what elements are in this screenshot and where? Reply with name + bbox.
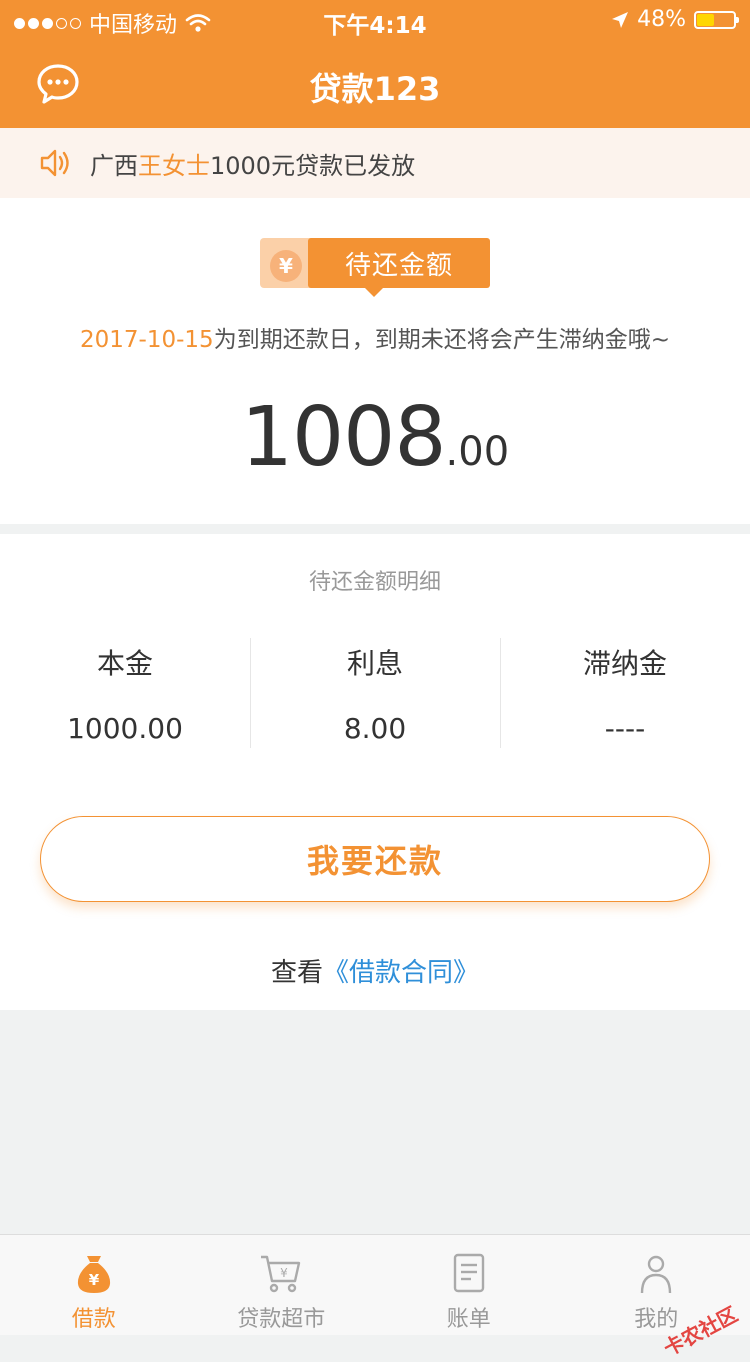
page-title: 贷款123 [0,64,750,110]
tab-label: 账单 [375,1301,563,1333]
svg-text:¥: ¥ [280,1266,288,1280]
due-note-text: 为到期还款日，到期未还将会产生滞纳金哦~ [214,327,670,353]
detail-value: ---- [500,712,750,745]
speaker-icon [38,146,72,180]
user-icon [633,1251,679,1297]
loan-contract-link[interactable]: 《借款合同》 [323,958,479,988]
due-amount-badge: ¥ 待还金额 [260,238,490,288]
contract-prefix: 查看 [271,958,323,988]
detail-columns: 本金 1000.00 利息 8.00 滞纳金 ---- [0,638,750,748]
detail-value: 8.00 [250,712,500,745]
nav-bar: 贷款123 [0,40,750,128]
money-bag-icon: ¥ [71,1251,117,1297]
announcement-prefix: 广西 [90,152,138,180]
location-arrow-icon [611,11,629,29]
badge-pointer [364,287,384,297]
announcement-text: 广西王女士1000元贷款已发放 [90,146,415,181]
contract-row: 查看《借款合同》 [0,952,750,989]
amount-detail-card: 待还金额明细 本金 1000.00 利息 8.00 滞纳金 ---- 我要还款 … [0,534,750,1010]
detail-title: 待还金额明细 [0,564,750,596]
tab-loan[interactable]: ¥ 借款 [0,1235,188,1335]
due-amount-integer: 1008 [241,390,446,485]
coin-symbol: ¥ [279,254,293,278]
detail-label: 滞纳金 [500,642,750,682]
detail-interest: 利息 8.00 [250,638,500,748]
due-amount-decimal: .00 [446,429,510,475]
due-date-note: 2017-10-15为到期还款日，到期未还将会产生滞纳金哦~ [0,320,750,354]
battery-percent: 48% [637,7,686,32]
detail-label: 本金 [0,642,250,682]
announcement-highlight: 王女士 [138,152,210,180]
announcement-suffix: 1000元贷款已发放 [210,152,415,180]
bottom-tab-bar: ¥ 借款 ¥ 贷款超市 账单 我的 [0,1234,750,1335]
detail-value: 1000.00 [0,712,250,745]
repay-button[interactable]: 我要还款 [40,816,710,902]
tab-loan-market[interactable]: ¥ 贷款超市 [188,1235,376,1335]
tab-label: 借款 [0,1301,188,1333]
status-bar: 中国移动 下午4:14 48% [0,0,750,40]
detail-late-fee: 滞纳金 ---- [500,638,750,748]
tab-label: 贷款超市 [188,1301,376,1333]
badge-label: 待还金额 [308,238,490,288]
svg-text:¥: ¥ [89,1271,100,1289]
shopping-cart-icon: ¥ [258,1251,304,1297]
yuan-coin-icon: ¥ [268,248,304,284]
bill-icon [446,1251,492,1297]
status-right-group: 48% [611,7,736,32]
due-amount: 1008.00 [0,390,750,485]
battery-icon [694,11,736,29]
detail-principal: 本金 1000.00 [0,638,250,748]
tab-bill[interactable]: 账单 [375,1235,563,1335]
due-date: 2017-10-15 [80,327,214,353]
announcement-bar: 广西王女士1000元贷款已发放 [0,128,750,198]
due-amount-card: ¥ 待还金额 2017-10-15为到期还款日，到期未还将会产生滞纳金哦~ 10… [0,198,750,524]
detail-label: 利息 [250,642,500,682]
